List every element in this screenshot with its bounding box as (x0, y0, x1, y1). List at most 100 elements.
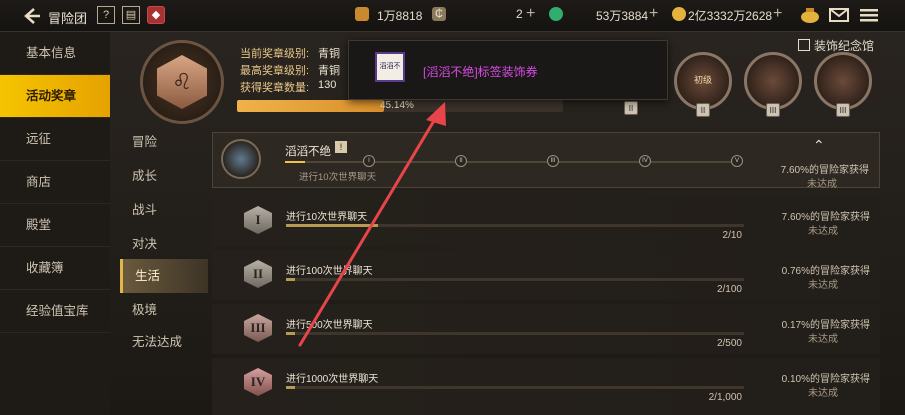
tier-marker-iii: III (766, 103, 780, 117)
achievement-track-fill (285, 161, 305, 163)
add-coin-button[interactable]: + (526, 5, 535, 23)
add-gold-button[interactable]: + (773, 5, 782, 23)
collapse-chevron-icon[interactable]: ⌃ (813, 137, 825, 154)
medal-count-value: 130 (318, 79, 337, 91)
add-gem-button[interactable]: + (649, 5, 658, 23)
stage-marker-1: I (363, 155, 375, 167)
achievement-card[interactable]: 滔滔不绝 ! I II III IV V 进行10次世界聊天 ⌃ 7.60%的冒… (212, 132, 880, 190)
tier-progress-fill-4 (286, 386, 296, 389)
tier-badge-4: IV (244, 368, 272, 396)
achievement-rate: 7.60%的冒险家获得 (780, 165, 869, 176)
lion-icon: ♌ (157, 55, 207, 109)
tier-rate-1: 7.60%的冒险家获得 (781, 212, 870, 223)
top-bar: 冒险团 ? ▤ ◆ 1万8818 ₵ 2 + 53万3884 + 2亿3332万… (0, 0, 905, 32)
medal-reward-1[interactable]: 初级 (674, 52, 732, 110)
highest-rank-line: 最高奖章级别: 青铜 (240, 62, 340, 78)
tier-marker-iii-2: III (836, 103, 850, 117)
page-title: 冒险团 (48, 11, 88, 26)
tier-status-2: 未达成 (808, 280, 838, 291)
coin-icon: ₵ (432, 7, 446, 21)
medal-progress-text: 45.14% (380, 100, 414, 111)
tier-badge-2: II (244, 260, 272, 288)
nav-item-exp-vault[interactable]: 经验值宝库 (0, 290, 110, 333)
tier-progress-fill-2 (286, 278, 296, 281)
tier-count-4: 2/1,000 (708, 392, 742, 403)
gem-value: 53万3884 (596, 9, 649, 23)
tier-marker-ii-2: II (696, 103, 710, 117)
medal-count-line: 获得奖章数量: 130 (240, 79, 336, 95)
tag-voucher-icon: 滔滔不绝 (375, 52, 405, 82)
sub-item-life[interactable]: 生活 (120, 259, 208, 293)
achievement-track (285, 161, 743, 163)
tier-title-4: 进行1000次世界聊天 (286, 374, 379, 385)
tier-row-4: IV 进行1000次世界聊天 2/1,000 0.10%的冒险家获得 未达成 (212, 358, 880, 415)
tier-count-3: 2/500 (716, 338, 742, 349)
menu-icon[interactable] (858, 6, 880, 24)
medal-currency-icon (355, 7, 369, 21)
nav-item-activity-medals[interactable]: 活动奖章 (0, 75, 110, 118)
tier-status-3: 未达成 (808, 334, 838, 345)
edit-icon (798, 39, 810, 51)
tier-row-3: III 进行500次世界聊天 2/500 0.17%的冒险家获得 未达成 (212, 304, 880, 354)
help-icon[interactable]: ? (97, 6, 115, 24)
decoration-hall-label: 装饰纪念馆 (814, 39, 875, 53)
achievement-subtitle: 进行10次世界聊天 (299, 172, 377, 183)
highest-rank-label: 最高奖章级别: (240, 65, 310, 77)
stage-marker-2: II (455, 155, 467, 167)
medal-reward-2[interactable] (744, 52, 802, 110)
nav-item-hall[interactable]: 殿堂 (0, 204, 110, 247)
tier-badge-1: I (244, 206, 272, 234)
medal-progress-fill (237, 100, 385, 112)
achievement-title: 滔滔不绝 (285, 146, 331, 158)
tier-progress-4 (286, 386, 744, 389)
tier-rate-4: 0.10%的冒险家获得 (781, 374, 870, 385)
bag-icon[interactable] (799, 6, 821, 24)
back-arrow-icon[interactable] (20, 5, 42, 27)
tier-status-4: 未达成 (808, 388, 838, 399)
medal-reward-3[interactable] (814, 52, 872, 110)
tier-count-1: 2/10 (722, 230, 742, 241)
nav-item-collection[interactable]: 收藏簿 (0, 247, 110, 290)
left-nav: 基本信息 活动奖章 远征 商店 殿堂 收藏簿 经验值宝库 (0, 32, 110, 415)
tier-count-2: 2/100 (716, 284, 742, 295)
medal-reward-1-label: 初级 (693, 75, 712, 85)
current-rank-label: 当前奖章级别: (240, 48, 310, 60)
gold-value: 2亿3332万2628 (688, 9, 773, 23)
sub-item-combat[interactable]: 战斗 (120, 193, 208, 227)
stage-marker-3: III (547, 155, 559, 167)
stage-marker-4: IV (639, 155, 651, 167)
coin-value: 2 (516, 7, 523, 21)
sub-item-duel[interactable]: 对决 (120, 227, 208, 261)
mail-icon[interactable] (828, 6, 850, 24)
sub-item-unachievable[interactable]: 无法达成 (120, 325, 208, 359)
tier-row-1: I 进行10次世界聊天 2/10 7.60%的冒险家获得 未达成 (212, 196, 880, 246)
current-rank-line: 当前奖章级别: 青铜 (240, 45, 340, 61)
medal-emblem: ♌ (140, 40, 224, 124)
tier-progress-3 (286, 332, 744, 335)
highest-rank-value: 青铜 (318, 65, 340, 77)
tier-status-1: 未达成 (808, 226, 838, 237)
gift-icon[interactable]: ◆ (147, 6, 165, 24)
decoration-hall-link[interactable]: 装饰纪念馆 (798, 37, 874, 54)
medal-count-label: 获得奖章数量: (240, 82, 310, 94)
gold-icon (672, 7, 686, 21)
sub-nav: 冒险 成长 战斗 对决 生活 极境 无法达成 (120, 125, 210, 365)
info-icon[interactable]: ! (335, 141, 347, 153)
tier-progress-2 (286, 278, 744, 281)
stage-marker-5: V (731, 155, 743, 167)
tier-row-2: II 进行100次世界聊天 2/100 0.76%的冒险家获得 未达成 (212, 250, 880, 300)
nav-item-expedition[interactable]: 远征 (0, 118, 110, 161)
tier-title-3: 进行500次世界聊天 (286, 320, 373, 331)
tier-title-1: 进行10次世界聊天 (286, 212, 368, 223)
tier-progress-fill-3 (286, 332, 296, 335)
sub-item-growth[interactable]: 成长 (120, 159, 208, 193)
sub-item-extreme[interactable]: 极境 (120, 293, 208, 327)
tier-marker-ii: II (624, 101, 638, 115)
sub-item-adventure[interactable]: 冒险 (120, 125, 208, 159)
gem-icon (549, 7, 563, 21)
current-rank-value: 青铜 (318, 48, 340, 60)
achievement-status: 未达成 (807, 179, 837, 190)
document-icon[interactable]: ▤ (122, 6, 140, 24)
nav-item-basic-info[interactable]: 基本信息 (0, 32, 110, 75)
nav-item-shop[interactable]: 商店 (0, 161, 110, 204)
